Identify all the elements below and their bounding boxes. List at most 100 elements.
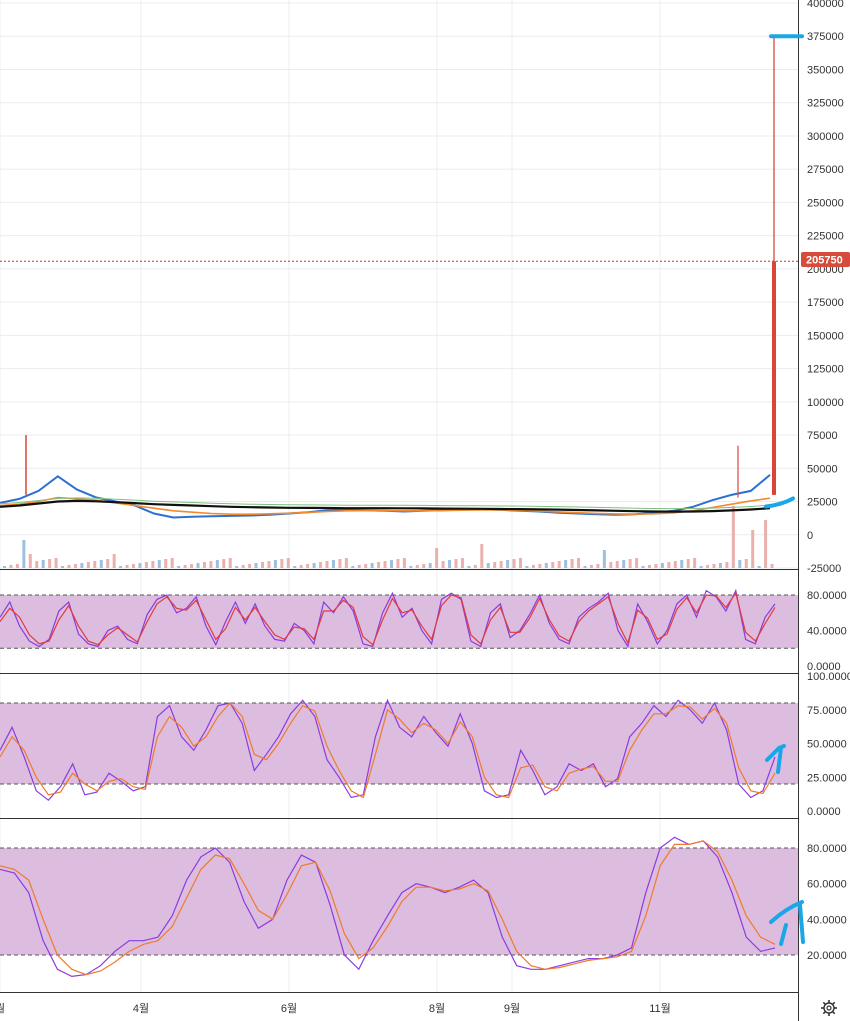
last-candle <box>772 261 776 495</box>
volume-bar <box>61 566 65 568</box>
volume-bar <box>319 562 323 568</box>
volume-bar <box>312 563 316 568</box>
volume-bar <box>402 558 406 568</box>
volume-bar <box>54 558 58 568</box>
volume-bar <box>144 562 148 568</box>
volume-bar <box>415 565 419 568</box>
price-tick-label: 50000 <box>807 463 838 475</box>
volume-bar <box>9 565 13 568</box>
volume-bar <box>531 565 535 568</box>
volume-bar <box>112 554 116 568</box>
volume-bar <box>357 565 361 568</box>
price-tick-label: 0 <box>807 530 813 542</box>
volume-bar <box>428 563 432 568</box>
volume-bar <box>712 564 716 568</box>
volume-bar <box>557 561 561 568</box>
time-axis: 월 4월 6월 8월 9월 11월 <box>0 1002 671 1015</box>
volume-bar <box>525 566 529 568</box>
osc-tick-label: 75.0000 <box>807 705 847 717</box>
volume-bar <box>570 559 574 568</box>
volume-bar <box>396 559 400 568</box>
price-tick-label: 325000 <box>807 98 844 110</box>
volume-bar <box>770 564 774 568</box>
osc-tick-label: 80.0000 <box>807 843 847 855</box>
volume-bar <box>132 564 135 568</box>
volume-bar <box>67 565 71 568</box>
price-series <box>0 36 798 978</box>
volume-bar <box>364 564 368 568</box>
volume-bar <box>344 558 348 568</box>
volume-bar <box>512 559 516 568</box>
volume-bar <box>35 561 39 568</box>
volume-bar <box>248 564 252 568</box>
volume-bar <box>648 565 651 568</box>
osc-tick-label: 40.0000 <box>807 626 847 638</box>
volume-bar <box>577 558 581 568</box>
volume-bar <box>693 558 697 568</box>
time-tick-label: 11월 <box>649 1002 671 1015</box>
annotation-line <box>764 496 795 509</box>
volume-bar <box>280 559 284 568</box>
volume-bar <box>673 561 677 568</box>
volume-bar <box>628 559 632 568</box>
volume-bar <box>28 554 32 568</box>
time-tick-label: 6월 <box>281 1002 297 1015</box>
volume-bar <box>757 566 761 568</box>
grid <box>0 0 798 992</box>
volume-bar <box>622 560 626 568</box>
volume-bar <box>299 565 303 568</box>
volume-bar <box>351 566 355 568</box>
volume-bar <box>596 564 600 568</box>
volume-bar <box>222 559 226 568</box>
price-tick-label: 225000 <box>807 231 844 243</box>
volume-bar <box>125 565 129 568</box>
hand-drawn-annotations <box>764 34 805 946</box>
time-tick-label: 8월 <box>429 1002 445 1015</box>
chart-canvas[interactable]: 400000 375000 350000 325000 300000 275000 2500… <box>0 0 850 1021</box>
price-tick-label: 350000 <box>807 64 844 76</box>
volume-bar <box>261 562 264 568</box>
volume-bar <box>196 563 200 568</box>
volume-bar <box>209 561 213 568</box>
volume-bar <box>273 560 277 568</box>
volume-bar <box>383 561 387 568</box>
volume-bar <box>15 564 19 568</box>
osc-tick-label: 25.0000 <box>807 772 847 784</box>
volume-bar <box>86 562 90 568</box>
volume-bar <box>544 563 548 568</box>
volume-bar <box>377 562 381 568</box>
osc-tick-label: 20.0000 <box>807 950 847 962</box>
volume-bar <box>615 561 619 568</box>
volume-bar <box>448 560 452 568</box>
volume-bar <box>22 540 26 568</box>
price-tick-label: 300000 <box>807 131 844 143</box>
volume-bar <box>41 560 45 568</box>
osc-tick-label: 50.0000 <box>807 739 847 751</box>
osc-tick-label: 100.0000 <box>807 671 850 683</box>
volume-bar <box>177 566 181 568</box>
volume-bar <box>190 564 194 568</box>
volume-bar <box>267 561 271 568</box>
volume-bar <box>460 558 464 568</box>
volume-bar <box>473 565 477 568</box>
volume-bar <box>48 559 52 568</box>
volume-bar <box>409 566 413 568</box>
price-tick-label: 25000 <box>807 497 838 509</box>
volume-bar <box>331 560 335 568</box>
price-axis: 400000 375000 350000 325000 300000 275000 2500… <box>807 0 850 962</box>
volume-bar <box>744 559 748 568</box>
volume-bar <box>215 560 219 568</box>
volume-bar <box>422 564 426 568</box>
volume-bar <box>486 563 490 568</box>
overbought-oversold-band <box>0 848 798 955</box>
volume-bar <box>699 566 703 568</box>
volume-bar <box>583 566 587 568</box>
volume-bar <box>106 559 110 568</box>
volume-bar <box>764 520 768 568</box>
volume-bar <box>157 560 161 568</box>
volume-bar <box>151 561 155 568</box>
settings-button[interactable] <box>821 1000 837 1016</box>
osc-tick-label: 80.0000 <box>807 590 847 602</box>
volume-bar <box>602 550 606 568</box>
volume-bar <box>551 562 555 568</box>
